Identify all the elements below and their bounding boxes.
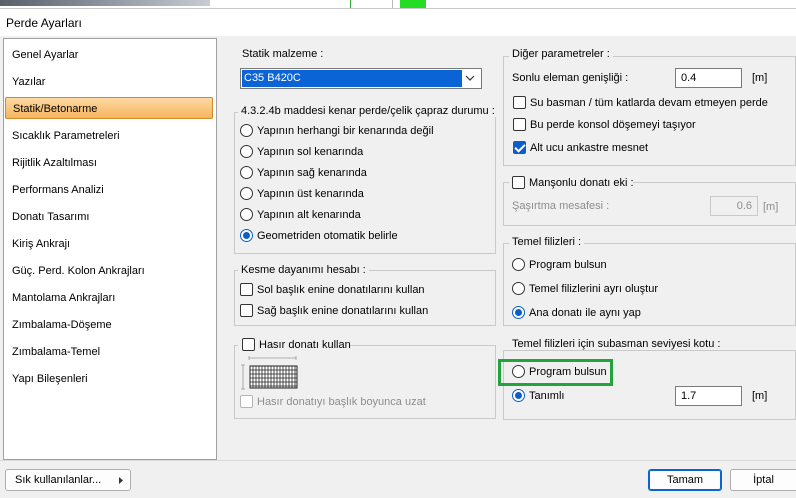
sidebar-item-zimbalama-doseme[interactable]: Zımbalama-Döşeme xyxy=(5,314,215,336)
radio-temel-ana[interactable] xyxy=(512,306,525,319)
radio-herhangi[interactable] xyxy=(240,124,253,137)
checkbox-ankastre[interactable] xyxy=(513,141,526,154)
sidebar-item-yapi-bilesenleri[interactable]: Yapı Bileşenleri xyxy=(5,368,215,390)
checkbox-sag-baslik[interactable] xyxy=(240,304,253,317)
background-strip xyxy=(0,0,796,8)
sidebar-item-sicaklik[interactable]: Sıcaklık Parametreleri xyxy=(5,125,215,147)
chevron-down-icon xyxy=(465,75,475,81)
checkbox-hasir-label: Hasır donatı kullan xyxy=(259,339,351,351)
checkbox-sol-baslik[interactable] xyxy=(240,283,253,296)
checkbox-konsol[interactable] xyxy=(513,118,526,131)
favorites-button[interactable]: Sık kullanılanlar... xyxy=(5,469,131,491)
chevron-right-icon xyxy=(119,477,123,484)
ok-button[interactable]: Tamam xyxy=(648,469,722,491)
statik-malzeme-label: Statik malzeme : xyxy=(242,48,324,60)
subasman-unit: [m] xyxy=(752,390,768,402)
radio-temel-ayri-label: Temel filizlerini ayrı oluştur xyxy=(529,283,658,295)
radio-sag-kenar-label: Yapının sağ kenarında xyxy=(257,167,367,179)
settings-sidebar: Genel Ayarlar Yazılar Statik/Betonarme S… xyxy=(3,38,217,460)
radio-otomatik[interactable] xyxy=(240,229,253,242)
sasirtma-unit: [m] xyxy=(763,201,779,213)
checkbox-sag-baslik-label: Sağ başlık enine donatılarını kullan xyxy=(257,305,429,317)
radio-temel-program-label: Program bulsun xyxy=(529,259,607,271)
radio-alt-kenar-label: Yapının alt kenarında xyxy=(257,209,361,221)
material-select[interactable]: C35 B420C xyxy=(240,68,482,89)
kesme-group-title: Kesme dayanımı hesabı : xyxy=(238,264,369,276)
radio-ust-kenar[interactable] xyxy=(240,187,253,200)
hasir-mesh-icon xyxy=(241,356,298,390)
radio-sag-kenar[interactable] xyxy=(240,166,253,179)
checkbox-hasir[interactable] xyxy=(242,338,255,351)
window-title: Perde Ayarları xyxy=(6,16,82,30)
sidebar-item-statik-betonarme[interactable]: Statik/Betonarme xyxy=(5,97,213,119)
radio-temel-program[interactable] xyxy=(512,258,525,271)
radio-subasman-program-label: Program bulsun xyxy=(529,366,607,378)
checkbox-konsol-label: Bu perde konsol döşemeyi taşıyor xyxy=(530,119,696,131)
subasman-group-title: Temel filizleri için subasman seviyesi k… xyxy=(509,338,724,350)
temel-group-title: Temel filizleri : xyxy=(509,236,585,248)
checkbox-su-basman[interactable] xyxy=(513,96,526,109)
diger-group-title: Diğer parametreler : xyxy=(509,48,613,60)
kesme-group xyxy=(234,270,496,326)
radio-ust-kenar-label: Yapının üst kenarında xyxy=(257,188,364,200)
kenar-perde-group-title: 4.3.2.4b maddesi kenar perde/çelik çapra… xyxy=(238,105,498,117)
sidebar-item-zimbalama-temel[interactable]: Zımbalama-Temel xyxy=(5,341,215,363)
sidebar-item-yazilar[interactable]: Yazılar xyxy=(5,71,215,93)
radio-alt-kenar[interactable] xyxy=(240,208,253,221)
sidebar-item-kiris-ankraji[interactable]: Kiriş Ankrajı xyxy=(5,233,215,255)
sonlu-eleman-input[interactable]: 0.4 xyxy=(675,68,742,88)
checkbox-hasir-uzat-label: Hasır donatıyı başlık boyunca uzat xyxy=(257,396,426,408)
sidebar-item-performans[interactable]: Performans Analizi xyxy=(5,179,215,201)
sidebar-item-mantolama[interactable]: Mantolama Ankrajları xyxy=(5,287,215,309)
background-line xyxy=(350,0,351,8)
subasman-value-input[interactable]: 1.7 xyxy=(675,386,742,406)
sonlu-eleman-unit: [m] xyxy=(752,72,768,84)
sasirtma-input[interactable]: 0.6 xyxy=(710,196,758,216)
checkbox-su-basman-label: Su basman / tüm katlarda devam etmeyen p… xyxy=(530,97,768,109)
checkbox-manson-label: Manşonlu donatı eki : xyxy=(529,177,634,189)
radio-sol-kenar-label: Yapının sol kenarında xyxy=(257,146,364,158)
sasirtma-label: Şaşırtma mesafesi : xyxy=(512,200,610,212)
radio-subasman-program[interactable] xyxy=(512,365,525,378)
radio-herhangi-label: Yapının herhangi bir kenarında değil xyxy=(257,125,434,137)
title-bar: Perde Ayarları xyxy=(0,8,796,36)
checkbox-hasir-uzat[interactable] xyxy=(240,395,253,408)
background-green-block xyxy=(400,0,426,8)
radio-subasman-tanimli[interactable] xyxy=(512,389,525,402)
background-line xyxy=(392,0,393,8)
checkbox-manson[interactable] xyxy=(512,176,525,189)
checkbox-sol-baslik-label: Sol başlık enine donatılarını kullan xyxy=(257,284,425,296)
sidebar-item-donati-tasarimi[interactable]: Donatı Tasarımı xyxy=(5,206,215,228)
sidebar-item-kolon-ankrajlari[interactable]: Güç. Perd. Kolon Ankrajları xyxy=(5,260,215,282)
sonlu-eleman-label: Sonlu eleman genişliği : xyxy=(512,72,629,84)
radio-otomatik-label: Geometriden otomatik belirle xyxy=(257,230,398,242)
sidebar-item-rijitlik[interactable]: Rijitlik Azaltılması xyxy=(5,152,215,174)
checkbox-ankastre-label: Alt ucu ankastre mesnet xyxy=(530,142,649,154)
radio-subasman-tanimli-label: Tanımlı xyxy=(529,390,565,402)
material-select-value: C35 B420C xyxy=(242,70,462,87)
favorites-button-label: Sık kullanılanlar... xyxy=(15,474,102,486)
footer-divider xyxy=(0,460,796,461)
radio-sol-kenar[interactable] xyxy=(240,145,253,158)
cancel-button[interactable]: İptal xyxy=(730,469,796,491)
sidebar-item-genel-ayarlar[interactable]: Genel Ayarlar xyxy=(5,44,215,66)
radio-temel-ana-label: Ana donatı ile aynı yap xyxy=(529,307,641,319)
radio-temel-ayri[interactable] xyxy=(512,282,525,295)
background-toolbar xyxy=(0,0,210,6)
